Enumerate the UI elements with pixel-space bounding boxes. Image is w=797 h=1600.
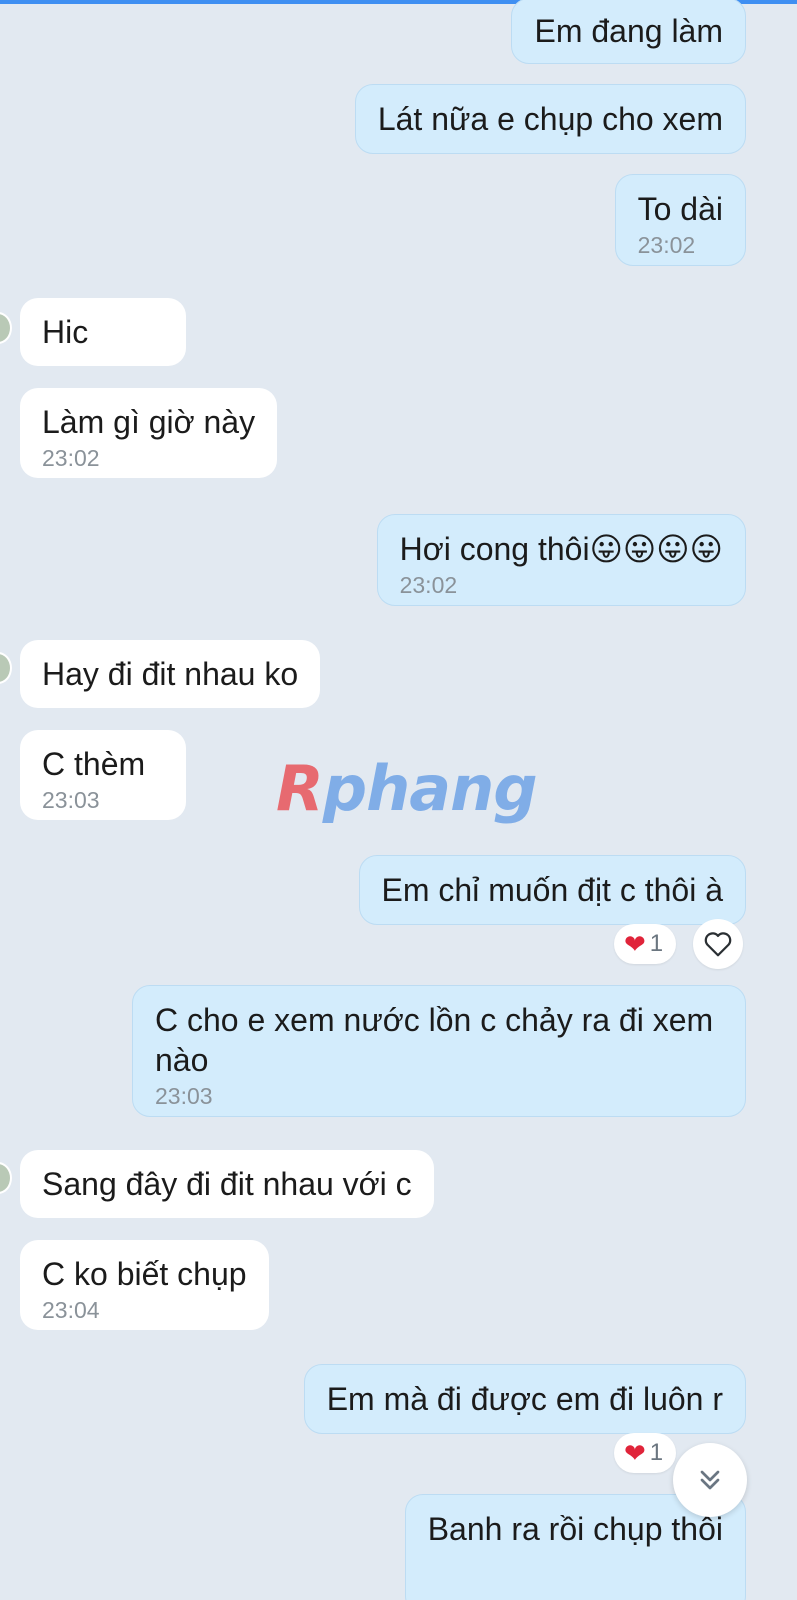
contact-avatar[interactable] — [0, 1162, 12, 1194]
contact-avatar[interactable] — [0, 312, 12, 344]
message-outgoing[interactable]: Hơi cong thôi😛😛😛😛 23:02 — [376, 514, 746, 606]
message-outgoing[interactable]: Em mà đi được em đi luôn r — [303, 1364, 746, 1434]
double-chevron-down-icon — [700, 1470, 720, 1490]
message-outgoing[interactable]: Em chỉ muốn địt c thôi à — [358, 855, 746, 925]
message-text: Hic — [42, 314, 89, 350]
message-text: Hơi cong thôi😛😛😛😛 — [399, 531, 723, 567]
message-incoming[interactable]: Hic — [20, 298, 186, 366]
message-time: 23:03 — [155, 1083, 213, 1109]
message-text: Hay đi đit nhau ko — [42, 656, 299, 692]
message-text: Em đang làm — [534, 13, 723, 49]
message-outgoing[interactable]: Lát nữa e chụp cho xem — [354, 84, 746, 154]
message-outgoing[interactable]: C cho e xem nước lồn c chảy ra đi xem nà… — [132, 985, 746, 1117]
contact-avatar[interactable] — [0, 652, 12, 684]
message-text: C cho e xem nước lồn c chảy ra đi xem nà… — [155, 1002, 714, 1078]
message-text: Lát nữa e chụp cho xem — [377, 101, 723, 137]
message-outgoing[interactable]: Em đang làm — [511, 0, 746, 64]
message-time: 23:02 — [637, 232, 696, 258]
message-time: 23:03 — [42, 787, 100, 813]
message-text: Banh ra rồi chụp thôi — [427, 1511, 723, 1547]
message-incoming[interactable]: C thèm 23:03 — [20, 730, 186, 820]
scroll-down-button[interactable] — [673, 1443, 747, 1517]
message-outgoing[interactable]: To dài 23:02 — [614, 174, 746, 266]
message-text: To dài — [637, 191, 723, 227]
message-incoming[interactable]: C ko biết chụp 23:04 — [20, 1240, 269, 1330]
reaction-badge[interactable]: ❤ 1 — [614, 1433, 676, 1473]
message-text: Em chỉ muốn địt c thôi à — [381, 872, 723, 908]
message-text: Làm gì giờ này — [42, 404, 256, 440]
message-text: Em mà đi được em đi luôn r — [326, 1381, 723, 1417]
message-incoming[interactable]: Hay đi đit nhau ko — [20, 640, 321, 708]
message-incoming[interactable]: Làm gì giờ này 23:02 — [20, 388, 278, 478]
message-text: C ko biết chụp — [42, 1256, 247, 1292]
heart-icon: ❤ — [624, 929, 646, 959]
add-reaction-button[interactable] — [693, 919, 743, 969]
heart-icon: ❤ — [624, 1438, 646, 1468]
message-time: 23:02 — [42, 445, 100, 471]
message-time: 23:02 — [399, 572, 458, 598]
watermark-logo: Rphang — [276, 752, 538, 825]
reaction-badge[interactable]: ❤ 1 — [614, 924, 676, 964]
reaction-count: 1 — [649, 1439, 664, 1466]
heart-outline-icon — [704, 932, 732, 957]
chat-view: Em đang làm Lát nữa e chụp cho xem To dà… — [0, 0, 797, 1600]
message-text: C thèm — [42, 746, 146, 782]
message-time: 23:04 — [42, 1297, 100, 1323]
message-text: Sang đây đi đit nhau với c — [42, 1166, 412, 1202]
reaction-count: 1 — [649, 930, 664, 957]
message-incoming[interactable]: Sang đây đi đit nhau với c — [20, 1150, 434, 1218]
